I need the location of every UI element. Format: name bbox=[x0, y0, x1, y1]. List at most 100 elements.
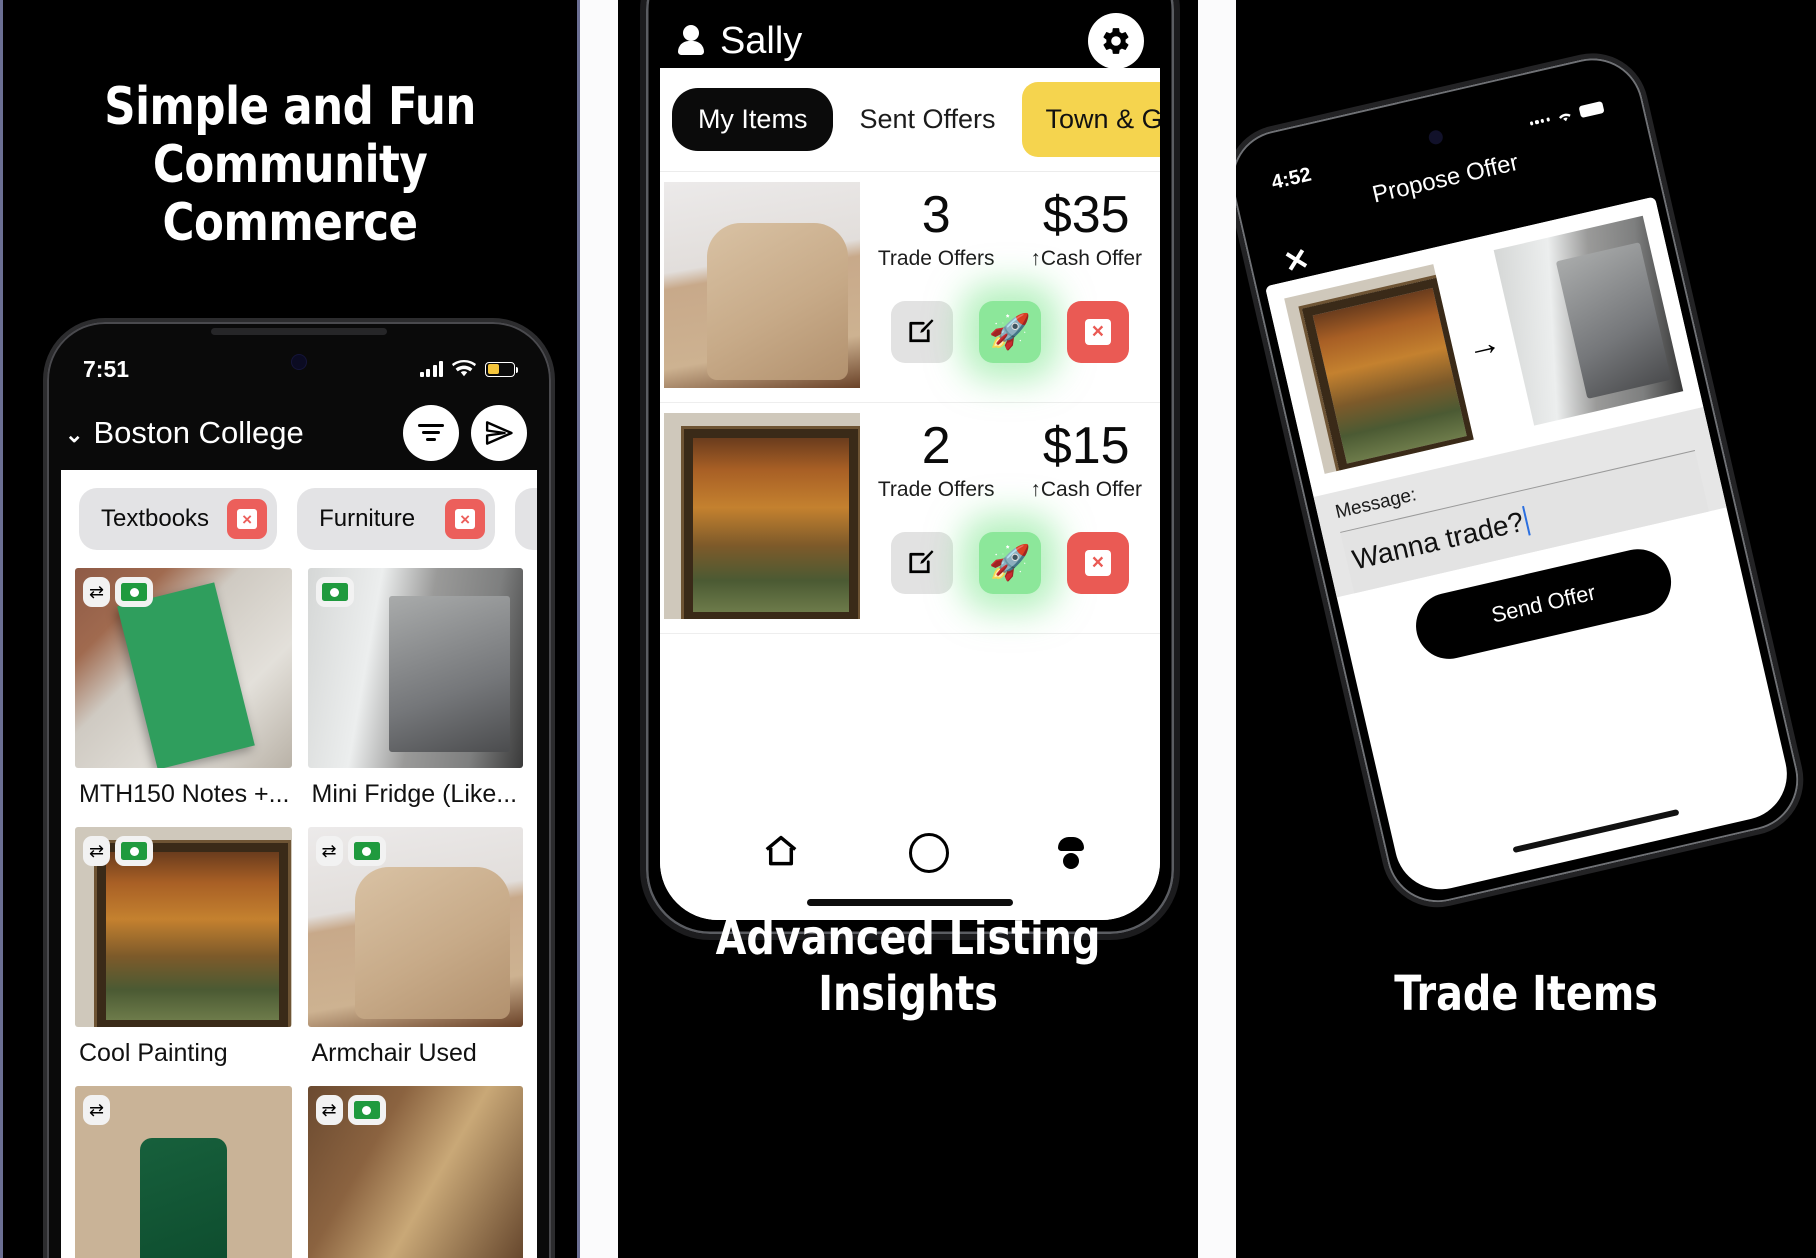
propose-offer-screen: → Message: Wanna trade? Send Offer bbox=[1264, 196, 1796, 899]
swap-arrows-icon: ⇄ bbox=[321, 1100, 337, 1120]
chip-remove-icon[interactable]: × bbox=[227, 499, 268, 539]
delete-listing-button[interactable]: × bbox=[1066, 531, 1129, 594]
rocket-icon: 🚀 bbox=[988, 543, 1032, 582]
list-item[interactable]: ⇄ Cool Painting bbox=[75, 827, 292, 1072]
money-icon bbox=[353, 842, 380, 860]
requested-item-photo[interactable] bbox=[1493, 215, 1684, 426]
item-title: Mini Fridge (Like... bbox=[311, 780, 518, 808]
boost-listing-button[interactable]: 🚀 bbox=[978, 300, 1041, 363]
list-item[interactable]: Mini Fridge (Like... bbox=[307, 568, 523, 813]
item-photo: ⇄ bbox=[75, 1086, 292, 1258]
list-item[interactable]: ⇄ Armchair Used bbox=[307, 827, 523, 1072]
phone-mockup-trade-wrap: 4:52 Propose Offer ✕ → Message: Wanna tr… bbox=[1235, 26, 1816, 951]
trade-offers-stat: 2 Trade Offers bbox=[878, 419, 995, 502]
tab-town-and-gown[interactable]: Town & Gown + bbox=[1021, 82, 1160, 157]
delete-listing-button[interactable]: × bbox=[1066, 300, 1129, 363]
filter-icon bbox=[418, 423, 444, 443]
chip-label: Furniture bbox=[319, 505, 416, 532]
money-icon bbox=[321, 583, 348, 601]
tab-bar: My Items Sent Offers Town & Gown + bbox=[659, 68, 1160, 172]
chip-clothing[interactable]: Clothing × bbox=[515, 488, 537, 550]
cellular-signal-icon bbox=[1529, 117, 1550, 126]
cash-offer-value: $35 bbox=[1042, 186, 1130, 244]
edit-listing-button[interactable] bbox=[890, 531, 953, 594]
panel-2-caption: Advanced Listing Insights bbox=[715, 910, 1101, 1022]
cash-badge bbox=[347, 836, 386, 866]
trade-badge: ⇄ bbox=[315, 1095, 343, 1125]
swap-arrows-icon: ⇄ bbox=[89, 582, 105, 602]
settings-button[interactable] bbox=[1087, 13, 1144, 69]
item-badges: ⇄ bbox=[83, 836, 154, 866]
cash-offer-stat: $35 ↑Cash Offer bbox=[1030, 188, 1142, 271]
status-time: 4:52 bbox=[1269, 163, 1314, 194]
send-icon bbox=[485, 421, 513, 445]
swap-arrows-icon: ⇄ bbox=[89, 1100, 105, 1120]
cash-offer-label: ↑Cash Offer bbox=[1030, 246, 1143, 270]
trade-offers-count: 3 bbox=[921, 186, 951, 244]
panel-3-caption: Trade Items bbox=[1394, 966, 1658, 1022]
insights-header: Sally bbox=[646, 6, 1174, 76]
chip-label: Textbooks bbox=[101, 505, 210, 532]
panel-1-headline: Simple and Fun Community Commerce bbox=[23, 78, 557, 253]
list-item[interactable]: ⇄ bbox=[75, 1086, 292, 1258]
insights-screen: My Items Sent Offers Town & Gown + 3 Tra… bbox=[659, 68, 1160, 920]
chip-textbooks[interactable]: Textbooks × bbox=[79, 488, 278, 550]
swap-arrows-icon: ⇄ bbox=[321, 841, 337, 861]
nav-circle-button[interactable] bbox=[908, 833, 949, 873]
listing-photo bbox=[663, 413, 860, 619]
tab-sent-offers[interactable]: Sent Offers bbox=[833, 88, 1021, 151]
chip-furniture[interactable]: Furniture × bbox=[297, 488, 496, 550]
item-badges: ⇄ bbox=[315, 836, 386, 866]
close-icon[interactable]: ✕ bbox=[1281, 242, 1313, 280]
item-photo: ⇄ bbox=[75, 568, 292, 768]
gear-icon bbox=[1103, 28, 1129, 54]
category-chips: Textbooks × Furniture × Clothing × bbox=[61, 470, 537, 564]
user-display[interactable]: Sally bbox=[677, 20, 802, 63]
campus-selector[interactable]: ⌄ Boston College bbox=[65, 415, 304, 451]
filter-button[interactable] bbox=[403, 405, 459, 461]
item-title: Armchair Used bbox=[311, 1039, 477, 1067]
item-badges bbox=[315, 577, 354, 607]
cash-badge bbox=[347, 1095, 386, 1125]
panel-divider-2 bbox=[1198, 0, 1236, 1258]
listing-photo bbox=[663, 182, 860, 388]
phone-mockup-insights: Sally My Items Sent Offers Town & Gown + bbox=[639, 0, 1180, 940]
listing-stats: 3 Trade Offers $35 ↑Cash Offer bbox=[860, 188, 1160, 271]
nav-home-button[interactable] bbox=[762, 832, 800, 875]
delete-icon: × bbox=[1084, 318, 1111, 345]
panel-listing-insights: Sally My Items Sent Offers Town & Gown + bbox=[617, 0, 1199, 1258]
home-indicator bbox=[806, 899, 1013, 906]
listing-stats: 2 Trade Offers $15 ↑Cash Offer bbox=[860, 419, 1160, 502]
tab-my-items[interactable]: My Items bbox=[671, 88, 834, 151]
edit-icon bbox=[909, 318, 934, 342]
listing-body: 3 Trade Offers $35 ↑Cash Offer 🚀 × bbox=[860, 182, 1160, 388]
list-item[interactable]: ⇄ bbox=[307, 1086, 523, 1258]
phone-mockup-trade: 4:52 Propose Offer ✕ → Message: Wanna tr… bbox=[1235, 42, 1815, 919]
item-badges: ⇄ bbox=[315, 1095, 386, 1125]
item-badges: ⇄ bbox=[83, 577, 154, 607]
offered-item-photo[interactable] bbox=[1284, 264, 1474, 474]
item-photo: ⇄ bbox=[307, 1086, 523, 1258]
swap-arrows-icon: ⇄ bbox=[89, 841, 105, 861]
trade-offers-label: Trade Offers bbox=[877, 477, 995, 501]
edit-listing-button[interactable] bbox=[890, 300, 953, 363]
money-icon bbox=[121, 842, 148, 860]
item-title: Cool Painting bbox=[79, 1039, 228, 1067]
table-row[interactable]: 3 Trade Offers $35 ↑Cash Offer 🚀 × bbox=[659, 172, 1160, 403]
list-item[interactable]: ⇄ MTH150 Notes +... bbox=[75, 568, 292, 813]
trade-offers-label: Trade Offers bbox=[877, 246, 995, 270]
trade-offers-count: 2 bbox=[921, 417, 951, 475]
arrow-right-icon: → bbox=[1462, 322, 1505, 368]
table-row[interactable]: 2 Trade Offers $15 ↑Cash Offer 🚀 × bbox=[659, 403, 1160, 634]
panel-divider-1 bbox=[580, 0, 618, 1258]
chip-remove-icon[interactable]: × bbox=[445, 499, 486, 539]
send-button[interactable] bbox=[471, 405, 527, 461]
boost-listing-button[interactable]: 🚀 bbox=[978, 531, 1041, 594]
listing-actions: 🚀 × bbox=[890, 531, 1129, 594]
battery-icon bbox=[1578, 101, 1605, 119]
cash-badge bbox=[115, 577, 154, 607]
home-indicator bbox=[1512, 809, 1680, 854]
status-icons bbox=[1528, 101, 1605, 131]
item-photo: ⇄ bbox=[307, 827, 523, 1027]
item-grid: ⇄ MTH150 Notes +... Mini Fridge (Like...… bbox=[61, 564, 537, 1258]
